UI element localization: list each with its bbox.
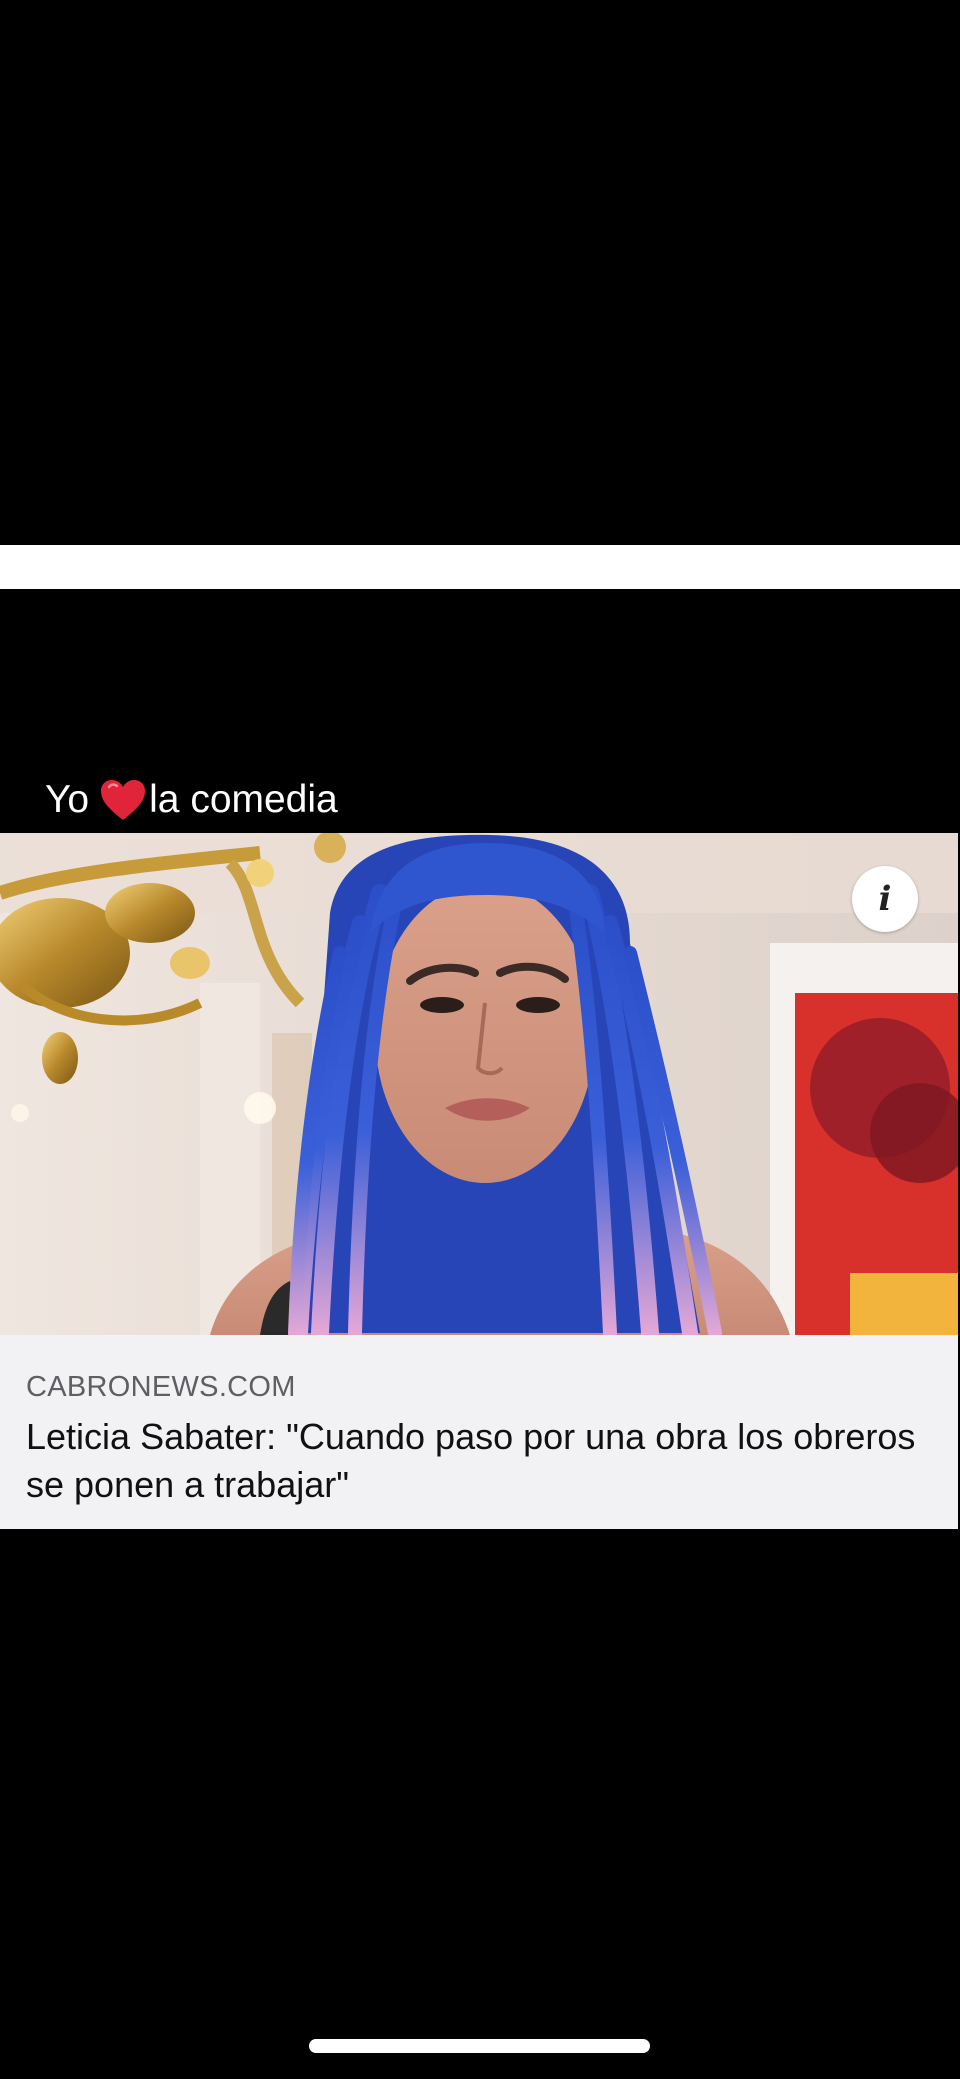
link-source-domain: CABRONEWS.COM bbox=[26, 1371, 296, 1403]
caption-text-end: la comedia bbox=[149, 778, 338, 821]
article-photo[interactable]: i bbox=[0, 833, 958, 1335]
red-heart-icon bbox=[99, 778, 147, 822]
link-preview-meta[interactable]: CABRONEWS.COM Leticia Sabater: "Cuando p… bbox=[0, 1335, 958, 1529]
info-button[interactable]: i bbox=[852, 866, 918, 932]
link-preview-card[interactable]: i CABRONEWS.COM Leticia Sabater: "Cuando… bbox=[0, 833, 958, 1529]
link-headline[interactable]: Leticia Sabater: "Cuando paso por una ob… bbox=[26, 1413, 936, 1509]
previous-post-media bbox=[0, 0, 960, 545]
home-indicator[interactable] bbox=[309, 2039, 650, 2053]
info-icon: i bbox=[878, 879, 892, 919]
caption-text-start: Yo bbox=[45, 778, 90, 821]
post-caption: Yo la comedia bbox=[45, 772, 338, 828]
post-separator bbox=[0, 545, 960, 589]
